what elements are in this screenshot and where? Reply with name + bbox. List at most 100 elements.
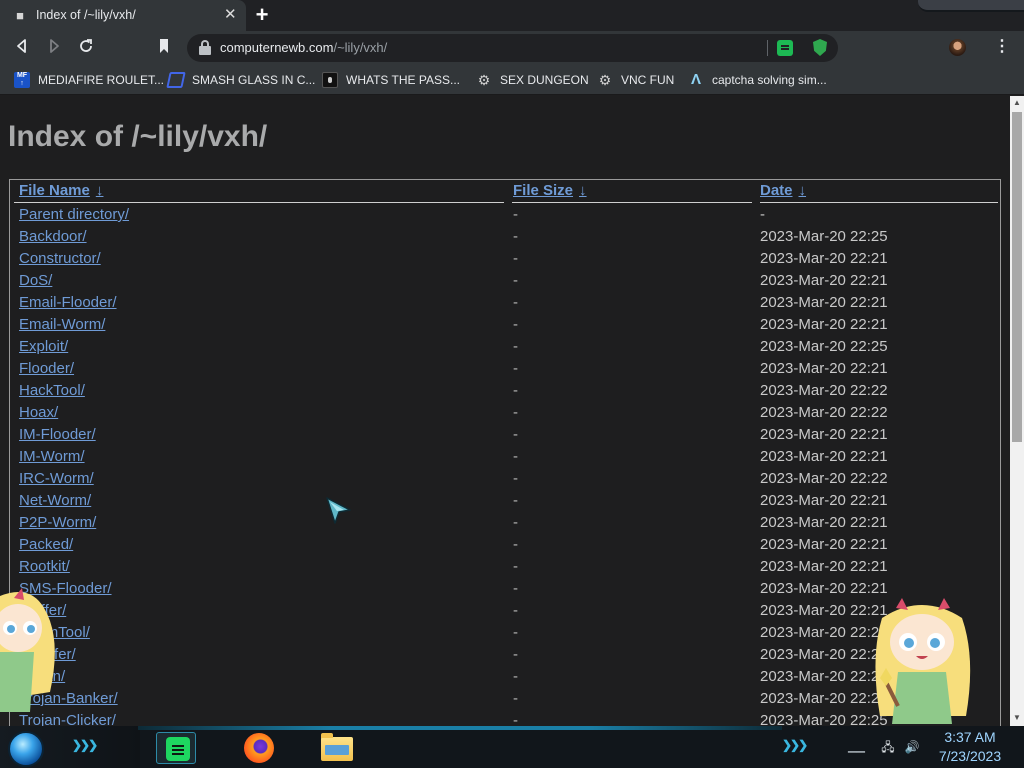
tab-strip: ■ Index of /~lily/vxh/ ✕ +	[0, 0, 1024, 31]
column-label: Date	[760, 182, 793, 199]
file-name-link[interactable]: IM-Worm/	[19, 448, 85, 465]
taskbar-app-spotify[interactable]	[156, 732, 196, 764]
taskbar-app-file-explorer[interactable]	[316, 732, 356, 764]
file-size: -	[513, 712, 518, 726]
bookmark-captcha-solving[interactable]: Λ captcha solving sim...	[688, 71, 838, 89]
bookmark-smash-glass[interactable]: SMASH GLASS IN C...	[166, 71, 315, 89]
file-name-link[interactable]: Trojan-Clicker/	[19, 712, 116, 726]
back-arrow-icon	[17, 39, 26, 53]
table-row: SMS-Flooder/-2023-Mar-20 22:21	[10, 578, 1000, 600]
lock-icon[interactable]	[199, 40, 211, 55]
start-button[interactable]	[8, 731, 44, 767]
file-size: -	[513, 492, 518, 509]
file-name-link[interactable]: Email-Flooder/	[19, 294, 117, 311]
column-header-date[interactable]: Date ↓	[760, 182, 806, 199]
file-date: 2023-Mar-20 22:21	[760, 294, 888, 311]
file-size: -	[513, 360, 518, 377]
file-explorer-icon	[321, 733, 353, 761]
network-icon[interactable]: 🖧	[880, 739, 896, 755]
tray-overflow-icon[interactable]: ▁▁	[848, 740, 868, 754]
chevron-decoration-icon: ❯❯❯	[782, 738, 808, 752]
cartoon-mascot-right	[875, 598, 971, 724]
browser-toolbar: computernewb.com/~lily/vxh/ ⋮	[0, 31, 1024, 65]
volume-icon[interactable]: 🔊	[904, 739, 920, 755]
file-size: -	[513, 558, 518, 575]
table-row: Rootkit/ - 2023-Mar-20 22:21	[10, 556, 1000, 578]
table-row: Trojan-Banker/-2023-Mar-20 22:21	[10, 688, 1000, 710]
file-date: 2023-Mar-20 22:21	[760, 690, 888, 707]
file-size: -	[513, 448, 518, 465]
file-date: 2023-Mar-20 22:21	[760, 624, 888, 641]
file-size: -	[513, 250, 518, 267]
system-clock[interactable]: 3:37 AM 7/23/2023	[930, 728, 1010, 766]
file-name-link[interactable]: Packed/	[19, 536, 73, 553]
directory-listing-table: File Name ↓ File Size ↓ Date ↓ Parent direc…	[9, 179, 1001, 726]
extension-green-icon[interactable]	[777, 40, 793, 56]
file-size: -	[513, 646, 518, 663]
file-name-link[interactable]: Parent directory/	[19, 206, 129, 223]
file-name-link[interactable]: Flooder/	[19, 360, 74, 377]
file-size: -	[513, 294, 518, 311]
close-tab-icon[interactable]: ✕	[224, 6, 237, 24]
page-scrollbar[interactable]: ▲ ▼	[1010, 96, 1024, 726]
file-name-link[interactable]: Constructor/	[19, 250, 101, 267]
bookmark-vnc-fun[interactable]: ⚙ VNC FUN	[597, 71, 677, 89]
bookmark-label: SMASH GLASS IN C...	[192, 73, 316, 87]
file-name-link[interactable]: HackTool/	[19, 382, 85, 399]
shield-extension-icon[interactable]	[813, 39, 827, 56]
file-date: 2023-Mar-20 22:21	[760, 602, 888, 619]
file-date: 2023-Mar-20 22:21	[760, 668, 888, 685]
table-row: DoS/ - 2023-Mar-20 22:21	[10, 270, 1000, 292]
file-date: 2023-Mar-20 22:21	[760, 316, 888, 333]
file-date: 2023-Mar-20 22:21	[760, 448, 888, 465]
column-label: File Size	[513, 182, 574, 199]
address-bar[interactable]: computernewb.com/~lily/vxh/	[187, 34, 838, 62]
file-size: -	[513, 338, 518, 355]
file-name-link[interactable]: Rootkit/	[19, 558, 70, 575]
bookmark-label: WHATS THE PASS...	[346, 73, 461, 87]
file-name-link[interactable]: Net-Worm/	[19, 492, 91, 509]
column-header-file-size[interactable]: File Size ↓	[513, 182, 587, 199]
url-text[interactable]: computernewb.com/~lily/vxh/	[220, 40, 387, 55]
table-row: Flooder/ - 2023-Mar-20 22:21	[10, 358, 1000, 380]
bookmark-sex-dungeon[interactable]: ⚙ SEX DUNGEON	[476, 71, 589, 89]
tab-title: Index of /~lily/vxh/	[36, 8, 136, 22]
scroll-down-arrow-icon[interactable]: ▼	[1010, 711, 1024, 725]
file-date: 2023-Mar-20 22:21	[760, 514, 888, 531]
bookmark-button[interactable]	[154, 38, 174, 58]
file-size: -	[513, 382, 518, 399]
table-row: IRC-Worm/ - 2023-Mar-20 22:22	[10, 468, 1000, 490]
file-name-link[interactable]: Exploit/	[19, 338, 68, 355]
browser-tab[interactable]: ■ Index of /~lily/vxh/ ✕	[0, 0, 246, 31]
file-name-link[interactable]: IRC-Worm/	[19, 470, 94, 487]
taskbar-app-firefox[interactable]	[238, 732, 278, 764]
file-date: 2023-Mar-20 22:22	[760, 382, 888, 399]
new-tab-button[interactable]: +	[251, 4, 273, 27]
file-name-link[interactable]: DoS/	[19, 272, 52, 289]
file-name-link[interactable]: Email-Worm/	[19, 316, 105, 333]
browser-menu-button[interactable]: ⋮	[994, 37, 1010, 57]
profile-avatar[interactable]	[949, 39, 966, 56]
scrollbar-thumb[interactable]	[1012, 112, 1022, 442]
table-row: Constructor/ - 2023-Mar-20 22:21	[10, 248, 1000, 270]
bookmark-label: VNC FUN	[621, 73, 675, 87]
file-name-link[interactable]: Backdoor/	[19, 228, 87, 245]
table-row: Hoax/ - 2023-Mar-20 22:22	[10, 402, 1000, 424]
scroll-up-arrow-icon[interactable]: ▲	[1010, 96, 1024, 110]
file-name-link[interactable]: IM-Flooder/	[19, 426, 96, 443]
bookmark-mediafire-roulette[interactable]: MF ↑ MEDIAFIRE ROULET...	[14, 71, 164, 89]
file-date: 2023-Mar-20 22:21	[760, 360, 888, 377]
file-date: 2023-Mar-20 22:21	[760, 646, 888, 663]
back-button[interactable]	[12, 38, 32, 58]
file-name-link[interactable]: Hoax/	[19, 404, 58, 421]
caret-icon: Λ	[690, 71, 701, 88]
bookmark-whats-the-pass[interactable]: WHATS THE PASS...	[322, 71, 460, 89]
file-size: -	[513, 536, 518, 553]
file-name-link[interactable]: P2P-Worm/	[19, 514, 96, 531]
file-date: 2023-Mar-20 22:21	[760, 580, 888, 597]
reload-button[interactable]	[76, 38, 96, 58]
lock-icon	[322, 72, 338, 88]
column-header-file-name[interactable]: File Name ↓	[19, 182, 103, 199]
clock-time: 3:37 AM	[944, 729, 996, 745]
forward-button[interactable]	[44, 38, 64, 58]
